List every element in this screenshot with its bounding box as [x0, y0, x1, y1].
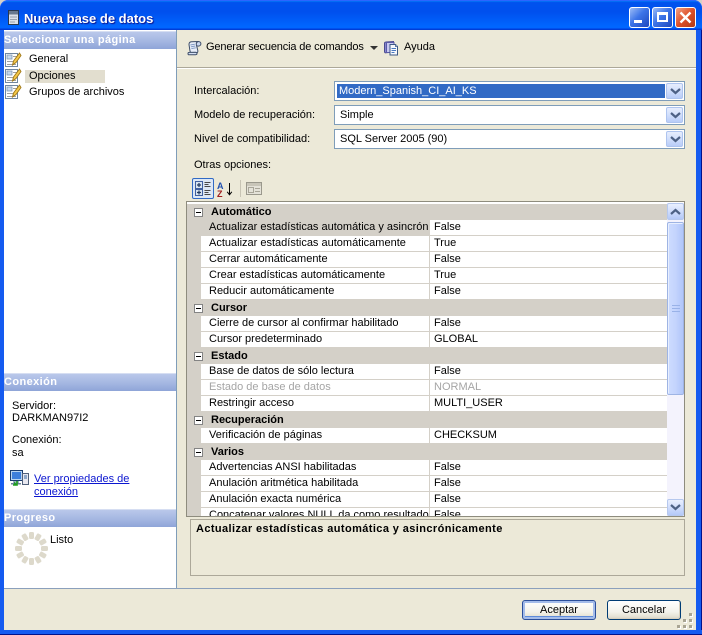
svg-text:Z: Z — [217, 189, 223, 198]
